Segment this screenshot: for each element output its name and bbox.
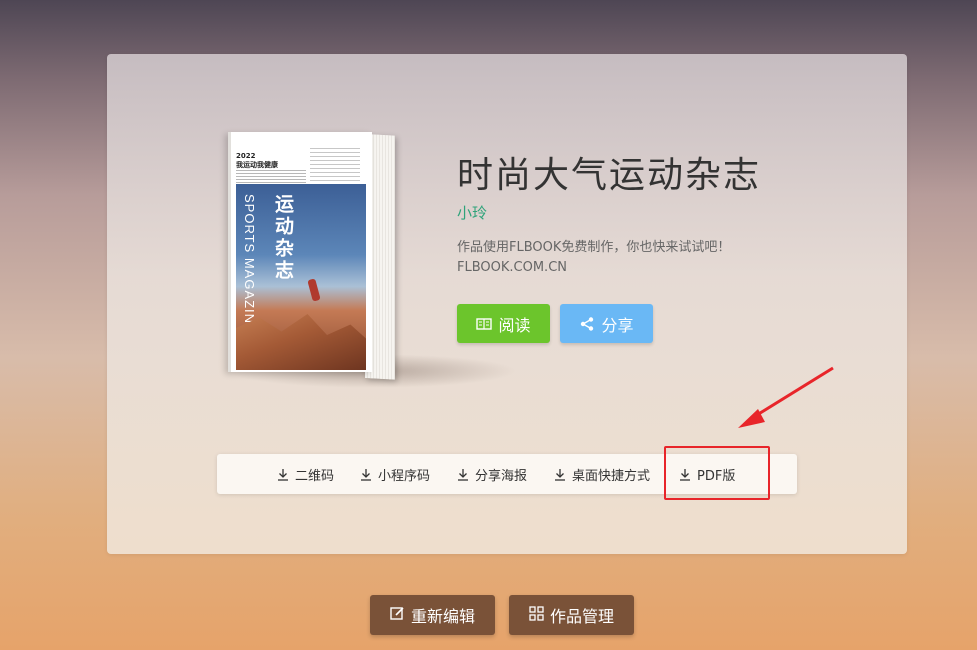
download-icon	[457, 468, 469, 481]
re-edit-button[interactable]: 重新编辑	[370, 595, 495, 635]
cover-header: 2022 我运动我健康	[236, 152, 278, 170]
cover-topright-text	[310, 148, 360, 186]
book-cover-image[interactable]: 2022 我运动我健康 SPORTS MAGAZINE 运动杂志	[228, 132, 372, 372]
works-manage-label: 作品管理	[549, 607, 614, 626]
tool-label: 分享海报	[475, 468, 528, 484]
download-desktop-shortcut[interactable]: 桌面快捷方式	[554, 454, 650, 494]
tool-label: 小程序码	[378, 468, 431, 484]
cover-title-cn: 运动杂志	[272, 194, 294, 282]
read-button[interactable]: 阅读	[457, 304, 550, 343]
book-description: 作品使用FLBOOK免费制作，你也快来试试吧！ FLBOOK.COM.CN	[457, 238, 730, 278]
edit-icon	[390, 606, 405, 625]
download-icon	[554, 468, 566, 481]
share-button[interactable]: 分享	[560, 304, 653, 343]
annotation-arrow	[738, 366, 834, 428]
cover-subtitle: 我运动我健康	[236, 161, 278, 169]
cover-title-en: SPORTS MAGAZINE	[242, 194, 257, 334]
share-icon	[579, 316, 595, 332]
description-line-2: FLBOOK.COM.CN	[457, 260, 567, 275]
download-qrcode[interactable]: 二维码	[277, 454, 334, 494]
share-button-label: 分享	[601, 315, 634, 335]
book-spine	[228, 132, 231, 372]
book-card: 2022 我运动我健康 SPORTS MAGAZINE 运动杂志 时尚大气运动杂…	[107, 54, 907, 554]
pdf-highlight-box	[664, 446, 770, 500]
download-icon	[360, 468, 372, 481]
book-open-icon	[476, 317, 493, 331]
cover-year: 2022	[236, 152, 256, 160]
read-button-label: 阅读	[498, 315, 531, 335]
cover-photo: SPORTS MAGAZINE 运动杂志	[236, 184, 366, 370]
download-miniprogram-code[interactable]: 小程序码	[360, 454, 430, 494]
re-edit-label: 重新编辑	[410, 607, 475, 626]
runner-figure	[307, 278, 321, 302]
book-author[interactable]: 小玲	[457, 202, 487, 223]
download-icon	[277, 468, 289, 481]
description-line-1: 作品使用FLBOOK免费制作，你也快来试试吧！	[457, 240, 731, 255]
works-manage-button[interactable]: 作品管理	[509, 595, 634, 635]
grid-icon	[529, 605, 544, 625]
tool-label: 二维码	[295, 468, 335, 484]
tool-label: 桌面快捷方式	[572, 468, 651, 484]
download-share-poster[interactable]: 分享海报	[457, 454, 527, 494]
book-title: 时尚大气运动杂志	[457, 155, 762, 196]
